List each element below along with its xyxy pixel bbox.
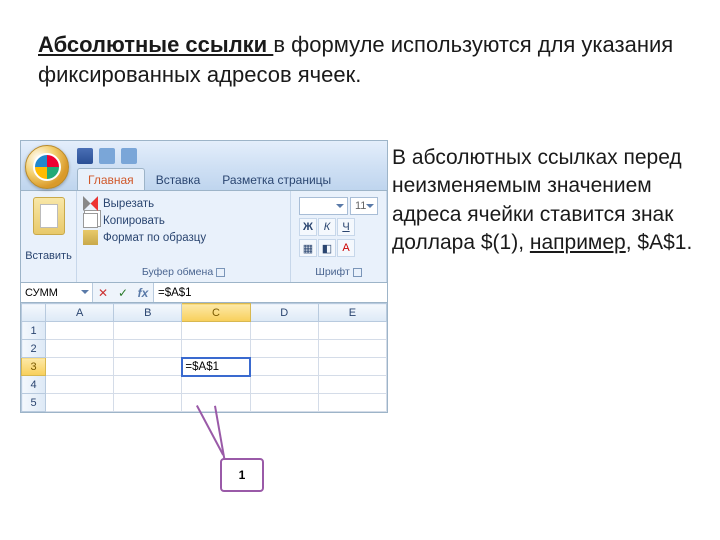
tab-insert[interactable]: Вставка	[145, 168, 212, 190]
callout-label: 1	[239, 468, 246, 482]
underline-button[interactable]: Ч	[337, 218, 355, 236]
format-painter-button[interactable]: Формат по образцу	[83, 229, 284, 246]
cell[interactable]	[250, 376, 318, 394]
row-header-5[interactable]: 5	[22, 394, 46, 412]
heading-underlined: Абсолютные ссылки	[38, 32, 273, 57]
cell[interactable]	[250, 340, 318, 358]
border-button[interactable]: ▦	[299, 239, 317, 257]
format-label: Формат по образцу	[103, 232, 206, 244]
dialog-launcher-icon[interactable]	[353, 268, 362, 277]
redo-icon[interactable]	[121, 148, 137, 164]
cell[interactable]	[46, 340, 114, 358]
side-underlined: например	[530, 231, 626, 254]
save-icon[interactable]	[77, 148, 93, 164]
cell[interactable]	[318, 322, 386, 340]
undo-icon[interactable]	[99, 148, 115, 164]
copy-label: Копировать	[103, 215, 165, 227]
row-header-4[interactable]: 4	[22, 376, 46, 394]
cancel-icon[interactable]: ✕	[93, 286, 113, 300]
italic-button[interactable]: К	[318, 218, 336, 236]
cell[interactable]	[250, 322, 318, 340]
cell[interactable]	[114, 340, 182, 358]
excel-window: Главная Вставка Разметка страницы Встави…	[20, 140, 388, 413]
fill-color-button[interactable]: ◧	[318, 239, 336, 257]
side-paragraph: В абсолютных ссылках перед неизменяемым …	[392, 144, 712, 257]
dialog-launcher-icon[interactable]	[216, 268, 225, 277]
fx-icon[interactable]: fx	[133, 286, 153, 300]
cell[interactable]	[182, 322, 250, 340]
select-all-corner[interactable]	[22, 304, 46, 322]
copy-button[interactable]: Копировать	[83, 212, 284, 229]
copy-icon	[83, 213, 98, 228]
scissors-icon	[83, 196, 98, 211]
cell[interactable]	[182, 376, 250, 394]
ribbon-group-paste: Вставить	[21, 191, 77, 282]
office-button[interactable]	[25, 145, 69, 189]
row-header-1[interactable]: 1	[22, 322, 46, 340]
cut-label: Вырезать	[103, 198, 154, 210]
formula-input[interactable]: =$A$1	[154, 283, 387, 302]
formula-bar: СУММ ✕ ✓ fx =$A$1	[21, 283, 387, 303]
cell[interactable]	[46, 358, 114, 376]
ribbon-tabs: Главная Вставка Разметка страницы	[21, 167, 387, 191]
worksheet-grid[interactable]: A B C D E 1 2 3 =$A$1 4 5	[21, 303, 387, 412]
col-header-b[interactable]: B	[114, 304, 182, 322]
heading: Абсолютные ссылки в формуле используются…	[38, 30, 678, 89]
ribbon-group-font: 11 Ж К Ч ▦ ◧ A Шрифт	[291, 191, 387, 282]
cell[interactable]	[182, 340, 250, 358]
quick-access-toolbar	[21, 141, 387, 167]
col-header-a[interactable]: A	[46, 304, 114, 322]
font-group-label: Шрифт	[297, 264, 380, 280]
callout-connector	[214, 406, 226, 461]
cell[interactable]	[114, 394, 182, 412]
cut-button[interactable]: Вырезать	[83, 195, 284, 212]
callout-box: 1	[220, 458, 264, 492]
font-name-combo[interactable]	[299, 197, 348, 215]
office-logo-icon	[33, 153, 61, 181]
name-box[interactable]: СУММ	[21, 283, 93, 302]
side-part2: , $A$1.	[626, 231, 693, 254]
cell[interactable]	[114, 376, 182, 394]
tab-page-layout[interactable]: Разметка страницы	[211, 168, 342, 190]
col-header-e[interactable]: E	[318, 304, 386, 322]
cell[interactable]	[318, 358, 386, 376]
enter-icon[interactable]: ✓	[113, 286, 133, 300]
cell[interactable]	[318, 394, 386, 412]
cell[interactable]	[250, 358, 318, 376]
cell[interactable]	[114, 358, 182, 376]
paste-icon[interactable]	[33, 197, 65, 235]
paste-label[interactable]: Вставить	[25, 250, 72, 262]
ribbon: Вставить Вырезать Копировать Формат по о…	[21, 191, 387, 283]
cell[interactable]	[46, 394, 114, 412]
col-header-c[interactable]: C	[182, 304, 250, 322]
cell-c3[interactable]: =$A$1	[182, 358, 250, 376]
brush-icon	[83, 230, 98, 245]
row-header-2[interactable]: 2	[22, 340, 46, 358]
cell[interactable]	[250, 394, 318, 412]
clipboard-group-label: Буфер обмена	[83, 264, 284, 280]
cell[interactable]	[46, 376, 114, 394]
bold-button[interactable]: Ж	[299, 218, 317, 236]
ribbon-group-clipboard: Вырезать Копировать Формат по образцу Бу…	[77, 191, 291, 282]
col-header-d[interactable]: D	[250, 304, 318, 322]
cell[interactable]	[114, 322, 182, 340]
font-color-button[interactable]: A	[337, 239, 355, 257]
row-header-3[interactable]: 3	[22, 358, 46, 376]
cell[interactable]	[318, 340, 386, 358]
font-size-combo[interactable]: 11	[350, 197, 378, 215]
tab-home[interactable]: Главная	[77, 168, 145, 190]
cell[interactable]	[318, 376, 386, 394]
cell[interactable]	[46, 322, 114, 340]
